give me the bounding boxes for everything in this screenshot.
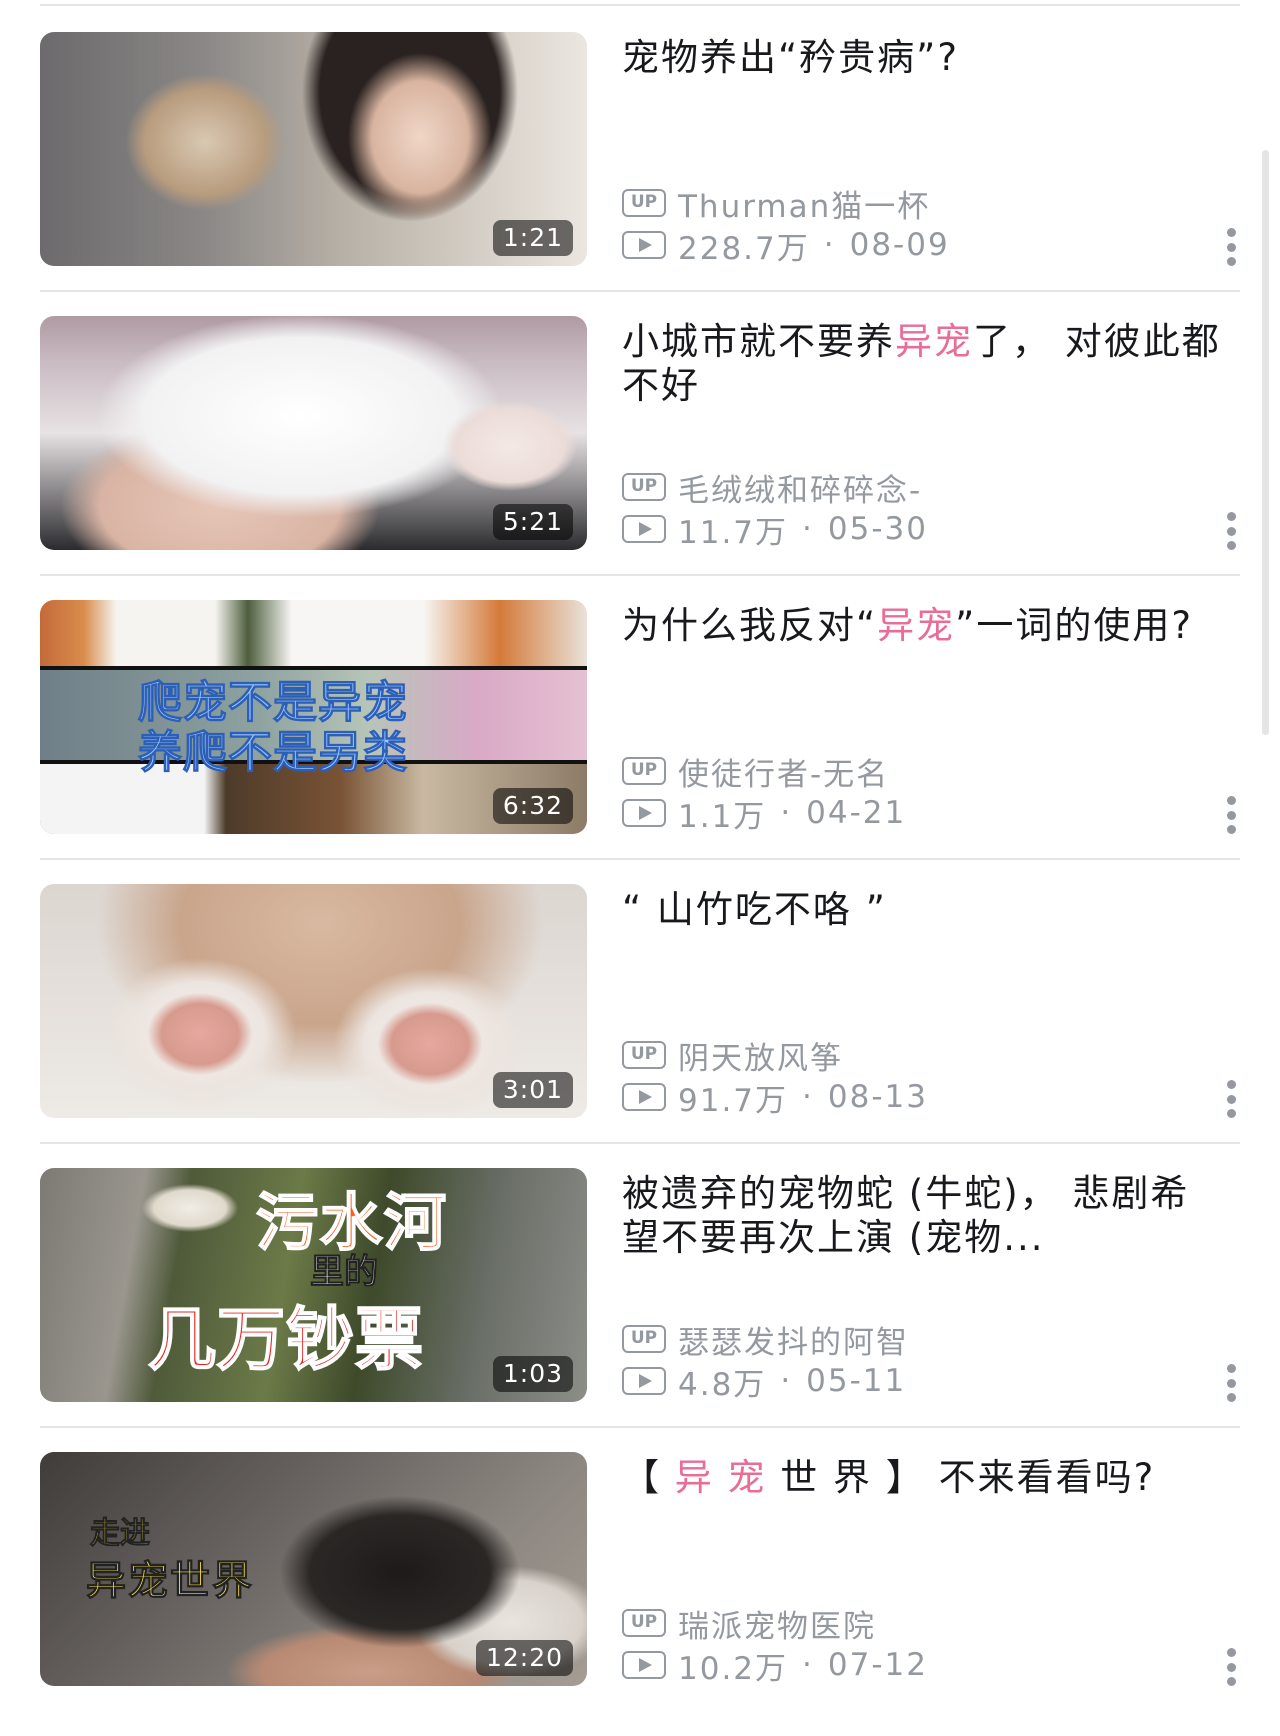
title-highlight: 异宠 [877,604,956,647]
author-row[interactable]: UP 使徒行者-无名 [622,754,889,793]
video-title[interactable]: 宠物养出“矜贵病”? [622,36,1222,80]
author-row[interactable]: UP 瑞派宠物医院 [622,1606,876,1645]
dot-separator: · [823,227,836,263]
more-options-icon[interactable] [1216,1358,1246,1408]
title-highlight: 异 宠 [674,1456,767,1499]
author-name: 瑟瑟发抖的阿智 [678,1324,909,1361]
dot-separator: · [802,1647,814,1683]
title-text: 小城市就不要养 [622,320,895,363]
publish-date: 05-30 [827,511,928,547]
divider [40,858,1240,860]
up-badge-icon: UP [622,473,666,501]
more-options-icon[interactable] [1216,1642,1246,1692]
dot-separator: · [802,1079,814,1115]
title-text: “ 山竹吃不咯 ” [622,888,887,931]
divider [40,290,1240,292]
title-text: 被遗弃的宠物蛇 (牛蛇)， 悲剧希望不要再次上演 (宠物... [622,1172,1190,1259]
dot-separator: · [780,795,793,831]
title-text: 【 [622,1456,675,1499]
author-row[interactable]: UP 阴天放风筝 [622,1038,843,1077]
play-count-icon [622,1367,666,1395]
video-card[interactable]: 5:21 小城市就不要养异宠了， 对彼此都不好 UP 毛绒绒和碎碎念- 11.7… [40,316,1240,600]
video-card[interactable]: 污水河 里的 几万钞票 1:03 被遗弃的宠物蛇 (牛蛇)， 悲剧希望不要再次上… [40,1168,1240,1452]
video-thumbnail[interactable]: 爬宠不是异宠 养爬不是另类 6:32 [40,600,587,834]
stats-row: 11.7万 · 05-30 [622,511,928,551]
video-title[interactable]: 小城市就不要养异宠了， 对彼此都不好 [622,320,1222,408]
video-duration: 1:03 [492,1356,573,1392]
up-badge-icon: UP [622,757,666,785]
author-name: Thurman猫一杯 [678,188,931,225]
video-duration: 5:21 [492,504,573,540]
dot-separator: · [802,511,814,547]
title-highlight: 异宠 [895,320,973,363]
author-row[interactable]: UP Thurman猫一杯 [622,186,930,225]
video-title[interactable]: 【 异 宠 世 界 】 不来看看吗? [622,1456,1222,1500]
publish-date: 08-13 [827,1079,928,1115]
title-text: 世 界 】 不来看看吗? [766,1456,1156,1499]
video-thumbnail[interactable]: 3:01 [40,884,587,1118]
author-name: 使徒行者-无名 [678,756,890,793]
video-thumbnail[interactable]: 污水河 里的 几万钞票 1:03 [40,1168,587,1402]
up-badge-icon: UP [622,1609,666,1637]
more-options-icon[interactable] [1216,506,1246,556]
thumbnail-caption: 异宠世界 [86,1558,254,1605]
dot-separator: · [780,1363,793,1399]
author-name: 瑞派宠物医院 [678,1608,876,1645]
play-count-icon [622,1651,666,1679]
video-duration: 6:32 [492,788,573,824]
up-badge-icon: UP [622,1041,666,1069]
video-duration: 3:01 [492,1072,573,1108]
thumbnail-caption: 走进 [90,1516,151,1552]
publish-date: 08-09 [849,227,950,263]
video-card[interactable]: 爬宠不是异宠 养爬不是另类 6:32 为什么我反对“异宠”一词的使用? UP 使… [40,600,1240,884]
video-card[interactable]: 3:01 “ 山竹吃不咯 ” UP 阴天放风筝 91.7万 · 08-13 [40,884,1240,1168]
divider [40,1426,1240,1428]
video-list: 1:21 宠物养出“矜贵病”? UP Thurman猫一杯 228.7万 · 0… [0,0,1280,1706]
more-options-icon[interactable] [1216,1074,1246,1124]
video-thumbnail[interactable]: 走进 异宠世界 12:20 [40,1452,587,1686]
view-count: 228.7万 [678,230,810,267]
up-badge-icon: UP [622,1325,666,1353]
video-thumbnail[interactable]: 1:21 [40,32,587,266]
video-duration: 12:20 [475,1640,573,1676]
view-count: 10.2万 [678,1650,789,1687]
title-text: 为什么我反对“ [622,604,878,647]
play-count-icon [622,515,666,543]
up-badge-icon: UP [622,189,666,217]
video-title[interactable]: 被遗弃的宠物蛇 (牛蛇)， 悲剧希望不要再次上演 (宠物... [622,1172,1222,1260]
stats-row: 10.2万 · 07-12 [622,1647,928,1687]
author-row[interactable]: UP 毛绒绒和碎碎念- [622,470,922,509]
view-count: 4.8万 [678,1366,767,1403]
more-options-icon[interactable] [1216,790,1246,840]
view-count: 1.1万 [678,798,767,835]
view-count: 91.7万 [678,1082,789,1119]
video-title[interactable]: 为什么我反对“异宠”一词的使用? [622,604,1222,648]
play-count-icon [622,231,666,259]
play-count-icon [622,1083,666,1111]
publish-date: 05-11 [806,1363,907,1399]
view-count: 11.7万 [678,514,789,551]
video-duration: 1:21 [492,220,573,256]
divider [40,1142,1240,1144]
publish-date: 07-12 [827,1647,928,1683]
author-name: 毛绒绒和碎碎念- [678,472,923,509]
video-card[interactable]: 1:21 宠物养出“矜贵病”? UP Thurman猫一杯 228.7万 · 0… [40,32,1240,316]
stats-row: 228.7万 · 08-09 [622,227,950,267]
play-count-icon [622,799,666,827]
author-row[interactable]: UP 瑟瑟发抖的阿智 [622,1322,909,1361]
stats-row: 91.7万 · 08-13 [622,1079,928,1119]
title-text: 宠物养出“矜贵病”? [622,36,959,79]
stats-row: 4.8万 · 05-11 [622,1363,907,1403]
video-thumbnail[interactable]: 5:21 [40,316,587,550]
video-title[interactable]: “ 山竹吃不咯 ” [622,888,1222,932]
stats-row: 1.1万 · 04-21 [622,795,907,835]
more-options-icon[interactable] [1216,222,1246,272]
video-card[interactable]: 走进 异宠世界 12:20 【 异 宠 世 界 】 不来看看吗? UP 瑞派宠物… [40,1452,1240,1736]
thumbnail-caption: 几万钞票 [147,1300,425,1381]
author-name: 阴天放风筝 [678,1040,843,1077]
title-text: ”一词的使用? [955,604,1193,647]
publish-date: 04-21 [806,795,907,831]
thumbnail-caption: 养爬不是另类 [138,727,408,779]
divider [40,574,1240,576]
